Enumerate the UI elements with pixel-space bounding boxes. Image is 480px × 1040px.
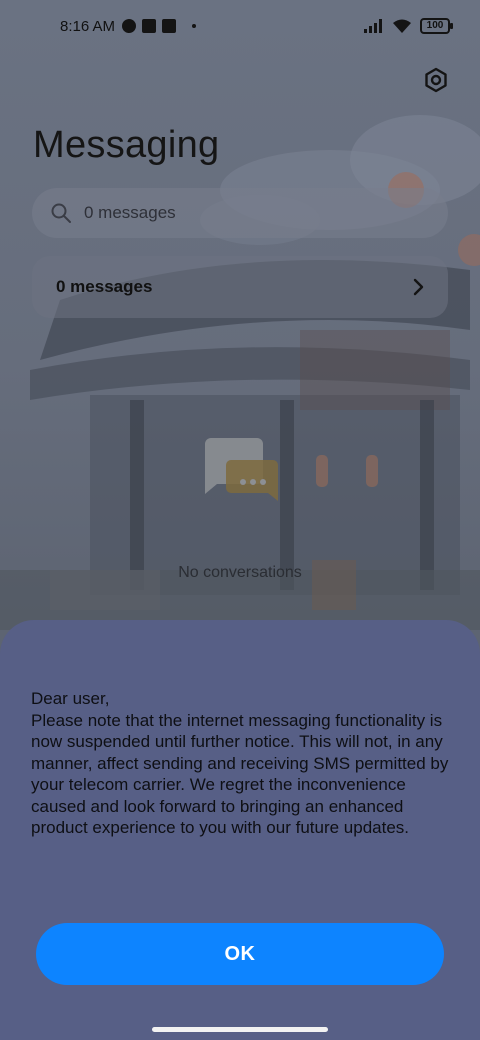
battery-icon: 100 <box>420 18 453 34</box>
gear-icon <box>425 67 447 93</box>
settings-button[interactable] <box>420 64 452 96</box>
notice-message: Dear user, Please note that the internet… <box>31 689 449 837</box>
status-notification-icons <box>122 19 196 33</box>
messages-summary-row[interactable]: 0 messages <box>32 256 448 318</box>
search-bar[interactable] <box>32 188 448 238</box>
app-notification-icon <box>142 19 156 33</box>
home-indicator[interactable] <box>152 1027 328 1032</box>
more-notifications-icon <box>192 24 196 28</box>
chat-bubble-icon <box>205 438 278 501</box>
signal-icon <box>364 19 382 33</box>
upload-notification-icon <box>162 19 176 33</box>
empty-state: No conversations <box>0 430 480 581</box>
search-input[interactable] <box>84 203 404 223</box>
chevron-right-icon <box>413 278 424 296</box>
messages-count-label: 0 messages <box>56 277 153 296</box>
app-notification-icon <box>122 19 136 33</box>
wifi-icon <box>393 19 411 33</box>
empty-state-text: No conversations <box>178 564 302 581</box>
status-time: 8:16 AM <box>60 18 116 35</box>
status-system-icons: 100 <box>364 18 453 34</box>
search-icon <box>51 203 71 223</box>
page-title: Messaging <box>33 124 220 166</box>
status-bar: 8:16 AM 100 <box>0 0 480 56</box>
ok-button[interactable]: OK <box>36 923 444 985</box>
